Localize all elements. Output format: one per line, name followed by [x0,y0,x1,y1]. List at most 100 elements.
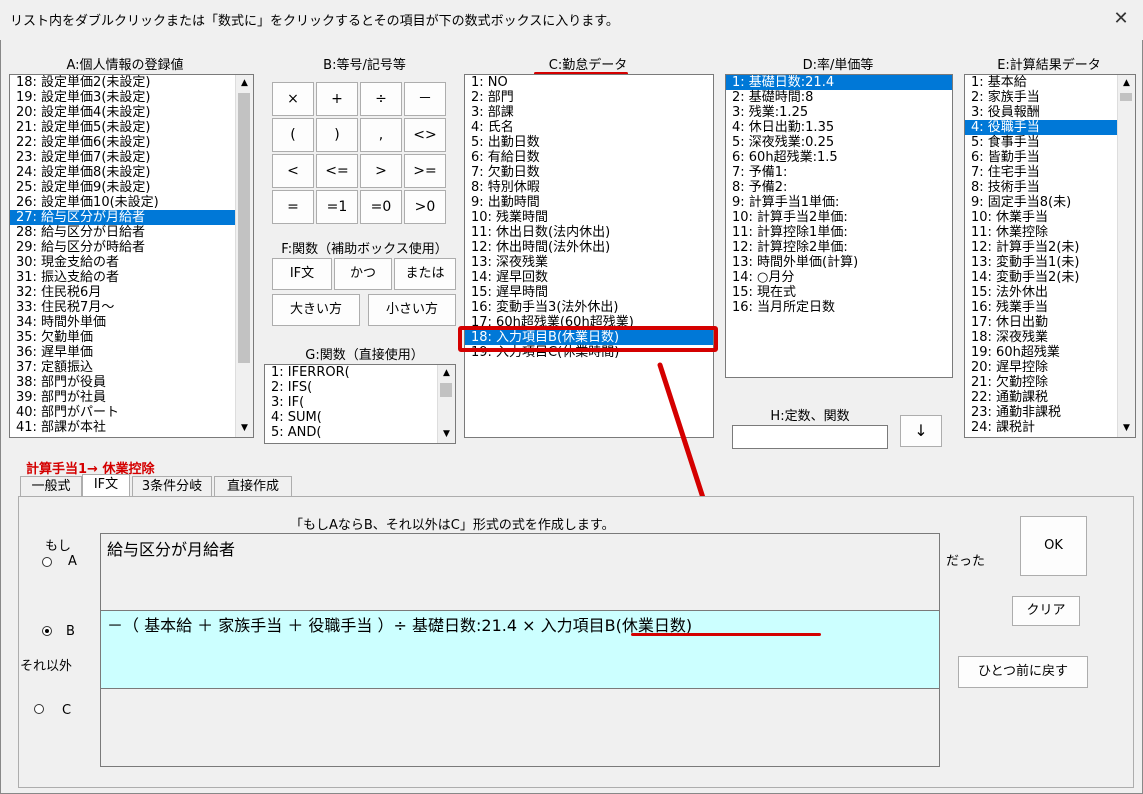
list-item[interactable]: 1: 基本給 [965,75,1135,90]
list-item[interactable]: 17: 休日出勤 [965,315,1135,330]
close-icon[interactable]: ✕ [1108,6,1134,32]
operator-button[interactable]: <> [404,118,446,152]
list-item[interactable]: 19: 60h超残業 [965,345,1135,360]
list-item[interactable]: 25: 設定単価9(未設定) [10,180,253,195]
and-function-button[interactable]: かつ [334,258,392,290]
list-item[interactable]: 13: 深夜残業 [465,255,713,270]
list-item[interactable]: 4: 氏名 [465,120,713,135]
value-c-textbox[interactable] [100,688,940,767]
list-item[interactable]: 14: 変動手当2(未) [965,270,1135,285]
list-item[interactable]: 3: IF( [265,395,455,410]
list-item[interactable]: 7: 住宅手当 [965,165,1135,180]
section-d-list[interactable]: 1: 基礎日数:21.4 2: 基礎時間:8 3: 残業:1.25 4: 休日出勤:1… [725,74,953,378]
list-item[interactable]: 23: 通勤非課税 [965,405,1135,420]
list-item[interactable]: 36: 遅早単価 [10,345,253,360]
list-item[interactable]: 11: 計算控除1単価: [726,225,952,240]
list-item[interactable]: 2: 部門 [465,90,713,105]
clear-button[interactable]: クリア [1012,596,1080,626]
list-item[interactable]: 22: 通勤課税 [965,390,1135,405]
operator-button[interactable]: < [272,154,314,188]
list-item[interactable]: 20: 設定単価4(未設定) [10,105,253,120]
list-item[interactable]: 12: 計算手当2(未) [965,240,1135,255]
list-item[interactable]: 8: 予備2: [726,180,952,195]
list-item[interactable]: 9: 固定手当8(未) [965,195,1135,210]
list-item[interactable]: 34: 時間外単価 [10,315,253,330]
scroll-up-icon[interactable]: ▲ [1118,75,1135,92]
list-item[interactable]: 38: 部門が役員 [10,375,253,390]
list-item[interactable]: 29: 給与区分が時給者 [10,240,253,255]
operator-button[interactable]: ( [272,118,314,152]
list-item[interactable]: 10: 残業時間 [465,210,713,225]
section-g-list[interactable]: 1: IFERROR(2: IFS(3: IF(4: SUM(5: AND( ▲… [264,364,456,444]
list-item[interactable]: 3: 部課 [465,105,713,120]
list-item[interactable]: 13: 変動手当1(未) [965,255,1135,270]
list-item[interactable]: 39: 部門が社員 [10,390,253,405]
list-item[interactable]: 14: 遅早回数 [465,270,713,285]
tab-three-condition[interactable]: 3条件分岐 [132,476,212,496]
list-item[interactable]: 1: NO [465,75,713,90]
list-item[interactable]: 20: 遅早控除 [965,360,1135,375]
list-item[interactable]: 5: 出勤日数 [465,135,713,150]
list-item[interactable]: 26: 設定単価10(未設定) [10,195,253,210]
operator-button[interactable]: >0 [404,190,446,224]
list-item[interactable]: 16: 当月所定日数 [726,300,952,315]
condition-a-textbox[interactable]: 給与区分が月給者 [100,533,940,612]
operator-button[interactable]: > [360,154,402,188]
list-item[interactable]: 18: 深夜残業 [965,330,1135,345]
list-item[interactable]: 5: 深夜残業:0.25 [726,135,952,150]
operator-button[interactable]: =0 [360,190,402,224]
list-item[interactable]: 13: 時間外単価(計算) [726,255,952,270]
scroll-down-icon[interactable]: ▼ [438,426,455,443]
list-item[interactable]: 8: 技術手当 [965,180,1135,195]
operator-button[interactable]: <= [316,154,358,188]
scroll-up-icon[interactable]: ▲ [236,75,253,92]
list-item[interactable]: 35: 欠勤単価 [10,330,253,345]
list-item[interactable]: 32: 住民税6月 [10,285,253,300]
or-function-button[interactable]: または [394,258,456,290]
list-item[interactable]: 9: 計算手当1単価: [726,195,952,210]
list-item[interactable]: 15: 法外休出 [965,285,1135,300]
operator-button[interactable]: >= [404,154,446,188]
scroll-thumb[interactable] [440,383,452,397]
list-item[interactable]: 21: 設定単価5(未設定) [10,120,253,135]
radio-c[interactable] [34,704,44,714]
list-item[interactable]: 8: 特別休暇 [465,180,713,195]
list-item[interactable]: 4: SUM( [265,410,455,425]
if-function-button[interactable]: IF文 [272,258,332,290]
section-g-scrollbar[interactable]: ▲ ▼ [437,365,455,443]
section-a-list[interactable]: 18: 設定単価2(未設定) 19: 設定単価3(未設定) 20: 設定単価4(未設… [9,74,254,438]
list-item[interactable]: 28: 給与区分が日給者 [10,225,253,240]
list-item[interactable]: 12: 休出時間(法外休出) [465,240,713,255]
undo-button[interactable]: ひとつ前に戻す [958,656,1088,688]
list-item[interactable]: 2: 基礎時間:8 [726,90,952,105]
list-item[interactable]: 40: 部門がパート [10,405,253,420]
scroll-down-icon[interactable]: ▼ [1118,420,1135,437]
list-item[interactable]: 1: IFERROR( [265,365,455,380]
list-item[interactable]: 7: 予備1: [726,165,952,180]
operator-button[interactable]: + [316,82,358,116]
list-item[interactable]: 19: 設定単価3(未設定) [10,90,253,105]
list-item[interactable]: 5: AND( [265,425,455,440]
operator-button[interactable]: ÷ [360,82,402,116]
list-item[interactable]: 15: 現在式 [726,285,952,300]
list-item[interactable]: 11: 休出日数(法内休出) [465,225,713,240]
list-item[interactable]: 5: 食事手当 [965,135,1135,150]
list-item[interactable]: 15: 遅早時間 [465,285,713,300]
scroll-down-icon[interactable]: ▼ [236,420,253,437]
list-item[interactable]: 14: ○月分 [726,270,952,285]
list-item[interactable]: 21: 欠勤控除 [965,375,1135,390]
list-item[interactable]: 18: 設定単価2(未設定) [10,75,253,90]
list-item[interactable]: 22: 設定単価6(未設定) [10,135,253,150]
max-function-button[interactable]: 大きい方 [272,294,360,326]
list-item[interactable]: 6: 60h超残業:1.5 [726,150,952,165]
ok-button[interactable]: OK [1020,516,1087,576]
value-b-textbox[interactable]: －（ 基本給 ＋ 家族手当 ＋ 役職手当 ）÷ 基礎日数:21.4 × 入力項目… [100,610,940,690]
tab-direct-create[interactable]: 直接作成 [214,476,292,496]
radio-b[interactable] [42,626,52,636]
list-item[interactable]: 31: 振込支給の者 [10,270,253,285]
list-item[interactable]: 9: 出勤時間 [465,195,713,210]
insert-arrow-button[interactable]: ↓ [900,415,942,447]
scroll-thumb[interactable] [238,93,250,363]
list-item[interactable]: 24: 設定単価8(未設定) [10,165,253,180]
list-item[interactable]: 1: 基礎日数:21.4 [726,75,952,90]
